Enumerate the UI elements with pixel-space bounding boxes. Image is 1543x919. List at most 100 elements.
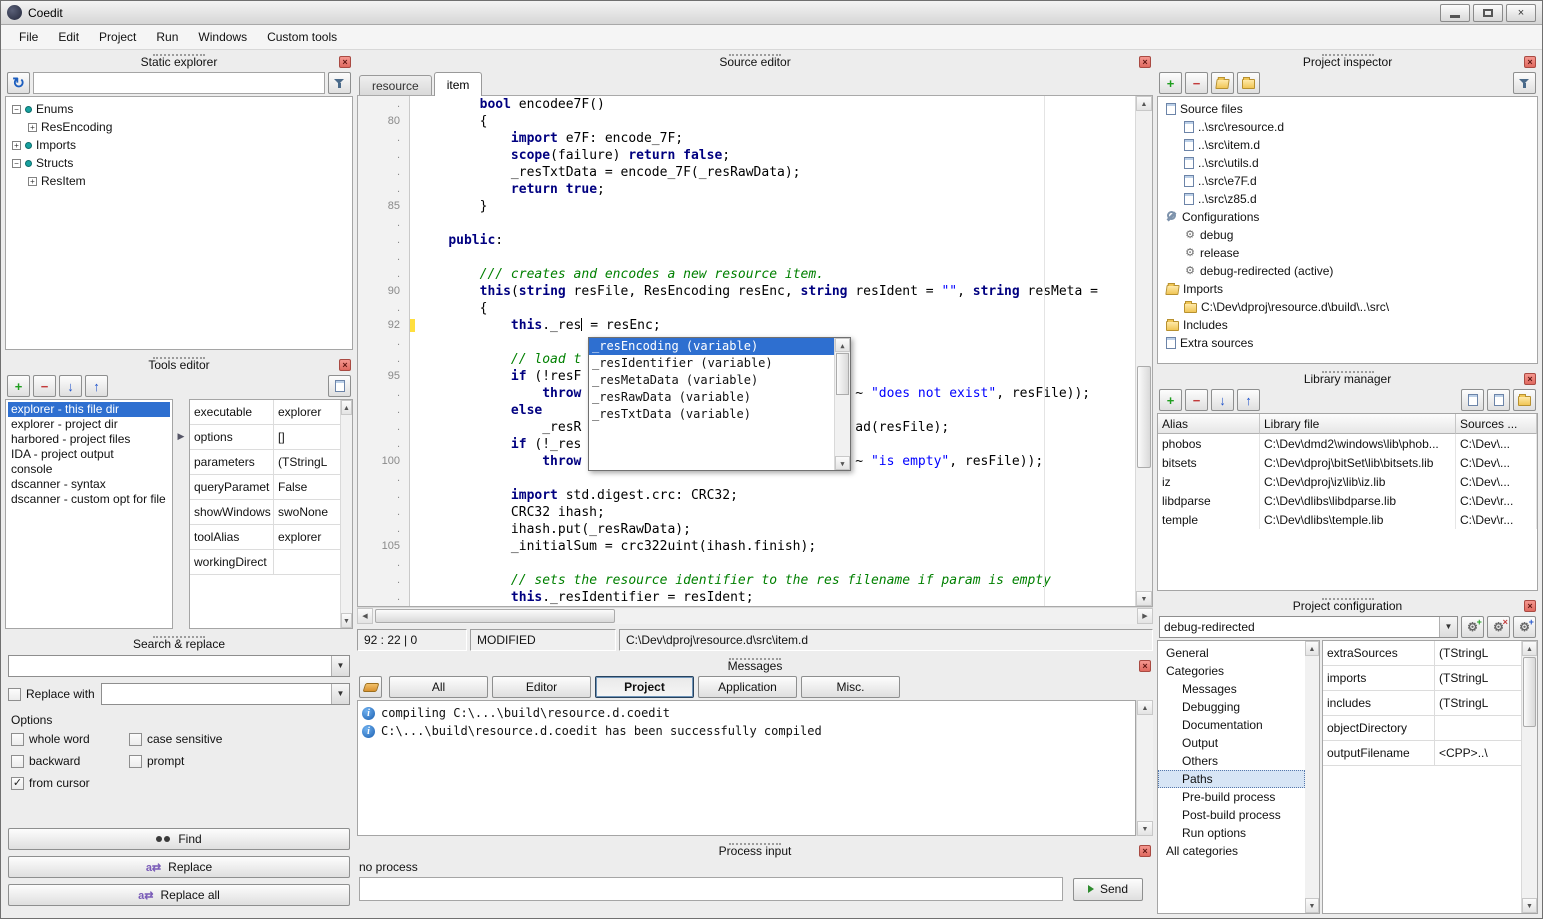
list-item[interactable]: dscanner - custom opt for file (8, 492, 170, 507)
checkbox-from-cursor[interactable]: ✓from cursor (11, 773, 129, 793)
remove-library-button[interactable]: − (1185, 389, 1208, 411)
vertical-scrollbar[interactable]: ▲ ▼ (1521, 641, 1537, 913)
completion-item[interactable]: _resMetaData (variable) (589, 372, 834, 389)
property-value[interactable]: explorer (274, 400, 340, 424)
config-category[interactable]: All categories (1158, 842, 1305, 860)
titlebar[interactable]: Coedit × (1, 1, 1542, 25)
property-value[interactable] (274, 550, 340, 574)
tree-item[interactable]: Configurations (1160, 208, 1535, 226)
config-category[interactable]: Output (1158, 734, 1305, 752)
config-category[interactable]: Messages (1158, 680, 1305, 698)
remove-configuration-button[interactable]: ⚙× (1487, 616, 1510, 638)
close-button[interactable]: × (1506, 4, 1536, 22)
list-item[interactable]: explorer - this file dir (8, 402, 170, 417)
drag-grip[interactable] (153, 54, 205, 56)
scroll-up-icon[interactable]: ▲ (1305, 641, 1319, 656)
message-row[interactable]: icompiling C:\...\build\resource.d.coedi… (358, 704, 1135, 722)
checkbox-prompt[interactable]: prompt (129, 751, 347, 771)
add-configuration-button[interactable]: ⚙+ (1461, 616, 1484, 638)
scroll-up-icon[interactable]: ▲ (341, 400, 352, 415)
popup-scrollbar[interactable]: ▲ ▼ (834, 338, 850, 470)
code-line[interactable]: . { (358, 300, 1135, 317)
move-up-button[interactable]: ↑ (85, 375, 108, 397)
panel-close-icon[interactable]: × (1139, 845, 1151, 857)
list-item[interactable]: harbored - project files (8, 432, 170, 447)
drag-grip[interactable] (153, 357, 205, 359)
remove-tool-button[interactable]: − (33, 375, 56, 397)
search-replace-header[interactable]: Search & replace (5, 634, 353, 652)
chevron-down-icon[interactable]: ▼ (331, 684, 349, 704)
messages-header[interactable]: Messages × (357, 656, 1153, 674)
code-line[interactable]: . public: (358, 232, 1135, 249)
move-down-button[interactable]: ↓ (59, 375, 82, 397)
maximize-button[interactable] (1473, 4, 1503, 22)
tree-item[interactable]: ..\src\utils.d (1160, 154, 1535, 172)
scrollbar-thumb[interactable] (1137, 366, 1151, 468)
code-line[interactable]: 92 this._res = resEnc; (358, 317, 1135, 334)
property-value[interactable]: (TStringL (1435, 666, 1521, 690)
config-category[interactable]: Run options (1158, 824, 1305, 842)
panel-close-icon[interactable]: × (339, 359, 351, 371)
replace-with-checkbox[interactable]: Replace with (8, 684, 96, 704)
property-row[interactable]: includes(TStringL (1323, 691, 1521, 716)
search-term-combo[interactable]: ▼ (8, 655, 350, 677)
list-item[interactable]: explorer - project dir (8, 417, 170, 432)
tree-item[interactable]: +ResItem (8, 172, 350, 190)
vertical-scrollbar[interactable]: ▲ ▼ (1135, 96, 1152, 606)
send-button[interactable]: Send (1073, 878, 1143, 901)
menu-item-windows[interactable]: Windows (188, 27, 257, 47)
add-tool-button[interactable]: + (7, 375, 30, 397)
tree-item[interactable]: ⚙debug (1160, 226, 1535, 244)
filter-button-all[interactable]: All (389, 676, 488, 698)
config-category[interactable]: Paths (1158, 770, 1305, 788)
property-row[interactable]: options[] (190, 425, 340, 450)
column-header[interactable]: Library file (1260, 414, 1456, 434)
config-category[interactable]: Categories (1158, 662, 1305, 680)
chevron-down-icon[interactable]: ▼ (1439, 617, 1457, 637)
code-line[interactable]: . (358, 215, 1135, 232)
filter-button-editor[interactable]: Editor (492, 676, 591, 698)
property-value[interactable]: explorer (274, 525, 340, 549)
menu-item-file[interactable]: File (9, 27, 48, 47)
add-source-button[interactable]: + (1159, 72, 1182, 94)
property-value[interactable]: <CPP>..\ (1435, 741, 1521, 765)
expander-icon[interactable]: + (12, 141, 21, 150)
configuration-selector[interactable]: debug-redirected ▼ (1159, 616, 1458, 638)
scroll-up-icon[interactable]: ▲ (1522, 641, 1537, 656)
list-item[interactable]: IDA - project output (8, 447, 170, 462)
filter-button-application[interactable]: Application (698, 676, 797, 698)
menu-item-custom-tools[interactable]: Custom tools (257, 27, 347, 47)
property-row[interactable]: queryParametFalse (190, 475, 340, 500)
property-value[interactable] (1435, 716, 1521, 740)
table-row[interactable]: bitsetsC:\Dev\dproj\bitSet\lib\bitsets.l… (1158, 453, 1537, 472)
tree-item[interactable]: Includes (1160, 316, 1535, 334)
property-value[interactable]: (TStringL (1435, 691, 1521, 715)
expander-icon[interactable]: + (28, 177, 37, 186)
process-input-header[interactable]: Process input × (357, 841, 1153, 859)
table-row[interactable]: templeC:\Dev\dlibs\temple.libC:\Dev\r... (1158, 510, 1537, 529)
list-item[interactable]: dscanner - syntax (8, 477, 170, 492)
property-row[interactable]: parameters(TStringL (190, 450, 340, 475)
checkbox-box[interactable] (11, 755, 24, 768)
move-down-button[interactable]: ↓ (1211, 389, 1234, 411)
drag-grip[interactable] (1322, 371, 1374, 373)
tree-item[interactable]: ..\src\resource.d (1160, 118, 1535, 136)
property-row[interactable]: objectDirectory (1323, 716, 1521, 741)
tree-item[interactable]: ⚙debug-redirected (active) (1160, 262, 1535, 280)
code-line[interactable]: . (358, 470, 1135, 487)
tab-resource[interactable]: resource (359, 75, 432, 95)
property-row[interactable]: imports(TStringL (1323, 666, 1521, 691)
config-category[interactable]: Others (1158, 752, 1305, 770)
horizontal-scrollbar[interactable]: ◀ ▶ (357, 607, 1153, 624)
table-row[interactable]: libdparseC:\Dev\dlibs\libdparse.libC:\De… (1158, 491, 1537, 510)
process-input-field[interactable] (359, 877, 1063, 901)
property-value[interactable]: False (274, 475, 340, 499)
vertical-scrollbar[interactable]: ▲ ▼ (340, 400, 352, 628)
scroll-down-icon[interactable]: ▼ (1305, 898, 1319, 913)
code-line[interactable]: . bool encodee7F() (358, 96, 1135, 113)
checkbox-box[interactable]: ✓ (11, 777, 24, 790)
panel-close-icon[interactable]: × (1139, 56, 1151, 68)
column-header[interactable]: Alias (1158, 414, 1260, 434)
property-value[interactable]: swoNone (274, 500, 340, 524)
code-line[interactable]: 90 this(string resFile, ResEncoding resE… (358, 283, 1135, 300)
